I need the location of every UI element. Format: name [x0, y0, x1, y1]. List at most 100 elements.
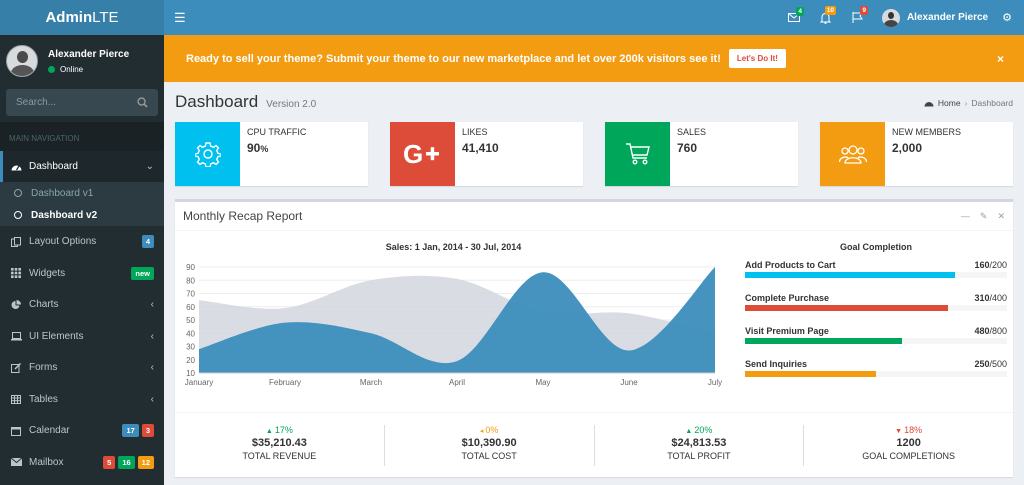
info-box-text: LIKES 41,410: [455, 122, 506, 186]
progress-fill: [745, 371, 876, 377]
search-icon[interactable]: [137, 97, 148, 108]
info-box-text: NEW MEMBERS 2,000: [885, 122, 968, 186]
info-box-sales: SALES 760: [605, 122, 798, 186]
goal-row: Complete Purchase 310/400: [745, 293, 1007, 303]
progress-bar: [745, 305, 1007, 311]
stat-label: GOAL COMPLETIONS: [862, 451, 955, 461]
chevron-left-icon: ‹: [150, 393, 154, 405]
stat-amount: $35,210.43: [251, 437, 307, 449]
avatar: [6, 45, 38, 77]
x-tick-label: April: [449, 378, 465, 387]
logo-light: LTE: [92, 9, 119, 26]
x-tick-label: March: [360, 378, 382, 387]
user-status[interactable]: Online: [48, 65, 129, 74]
goal-progress: Send Inquiries 250/500: [745, 359, 1007, 377]
count-badge: 16: [118, 455, 135, 469]
stat-block: ▲ 20% $24,813.53 TOTAL PROFIT: [595, 425, 805, 466]
info-box-value: 2,000: [892, 141, 961, 155]
sales-area-chart: 10 20 30 40 50 60 70 80 90 January February March Ap…: [185, 263, 722, 387]
lets-do-it-button[interactable]: Let's Do It!: [728, 49, 786, 68]
monthly-recap-report: Monthly Recap Report — ✎ ✕ Sales: 1 Jan,…: [175, 199, 1013, 477]
gears-icon[interactable]: ⚙: [1002, 11, 1012, 24]
tasks-button[interactable]: 9: [842, 6, 874, 23]
goal-total: /400: [989, 293, 1007, 303]
sidebar-subitem-dashboard-v1[interactable]: Dashboard v1: [0, 182, 164, 204]
menu-list: Layout Options 4 Widgets new Charts ‹ UI Eleme…: [0, 226, 164, 478]
goal-value: 250/500: [974, 359, 1007, 369]
stat-pct-value: 18%: [904, 425, 923, 435]
logo[interactable]: Admin LTE: [0, 0, 164, 35]
close-icon[interactable]: ×: [997, 52, 1004, 66]
close-icon[interactable]: ✕: [997, 211, 1005, 222]
goal-row: Add Products to Cart 160/200: [745, 260, 1007, 270]
sidebar-item-forms[interactable]: Forms ‹: [0, 352, 164, 384]
stat-percentage: ◂ 0%: [385, 425, 594, 435]
hamburger-menu-icon[interactable]: ☰: [174, 10, 186, 26]
sidebar-item-mailbox[interactable]: Mailbox 5 16 12: [0, 447, 164, 479]
search-placeholder: Search...: [16, 97, 57, 108]
breadcrumb-home[interactable]: Home: [938, 98, 961, 108]
sidebar-subitem-dashboard-v2[interactable]: Dashboard v2: [0, 204, 164, 226]
notifications-button[interactable]: 10: [810, 5, 842, 24]
stat-percentage: ▲ 20%: [595, 425, 804, 435]
sidebar-item-ui-elements[interactable]: UI Elements ‹: [0, 321, 164, 353]
search-input[interactable]: Search...: [6, 89, 158, 116]
user-menu[interactable]: Alexander Pierce: [881, 8, 988, 27]
wrench-icon[interactable]: ✎: [980, 211, 988, 222]
info-box-number: 90: [247, 141, 261, 155]
table-icon: [10, 394, 22, 404]
sidebar-item-layout-options[interactable]: Layout Options 4: [0, 226, 164, 258]
goal-value: 310/400: [974, 293, 1007, 303]
sidebar-item-label: Dashboard: [29, 161, 78, 172]
count-badge: new: [131, 266, 154, 280]
sidebar-item-widgets[interactable]: Widgets new: [0, 258, 164, 290]
progress-bar: [745, 371, 1007, 377]
sidebar-item-label: UI Elements: [29, 330, 84, 342]
sidebar-item-calendar[interactable]: Calendar 17 3: [0, 415, 164, 447]
goal-row: Visit Premium Page 480/800: [745, 326, 1007, 336]
subitem-label: Dashboard v1: [31, 187, 94, 199]
goal-progress: Complete Purchase 310/400: [745, 293, 1007, 311]
goal-label: Add Products to Cart: [745, 260, 836, 270]
info-box-text: CPU TRAFFIC 90%: [240, 122, 313, 186]
stat-label: TOTAL REVENUE: [242, 451, 317, 461]
circle-icon: [14, 211, 22, 219]
nav-header: MAIN NAVIGATION: [0, 122, 164, 151]
count-badge: 5: [103, 455, 116, 469]
y-tick-label: 60: [186, 303, 195, 312]
user-name: Alexander Pierce: [48, 48, 130, 60]
box-tools: — ✎ ✕: [961, 211, 1005, 222]
messages-button[interactable]: 4: [778, 7, 810, 22]
goal-total: /500: [989, 359, 1007, 369]
goal-current: 480: [974, 326, 990, 336]
gear-icon: [175, 122, 240, 186]
sidebar-item-dashboard[interactable]: Dashboard ⌄: [0, 151, 164, 182]
chevron-left-icon: ‹: [150, 330, 154, 342]
breadcrumb-current: Dashboard: [971, 98, 1013, 108]
box-header: Monthly Recap Report — ✎ ✕: [175, 202, 1013, 231]
x-tick-label: July: [708, 378, 722, 387]
progress-fill: [745, 305, 949, 311]
edit-icon: [10, 362, 22, 373]
dashboard-icon: [10, 162, 22, 172]
stat-pct-value: 17%: [274, 425, 293, 435]
info-box-cpu-traffic: CPU TRAFFIC 90%: [175, 122, 368, 186]
envelope-icon: [10, 457, 22, 467]
goal-current: 310: [974, 293, 990, 303]
sidebar: Admin LTE Alexander Pierce Online Search.…: [0, 0, 164, 485]
stat-label: TOTAL PROFIT: [667, 451, 731, 461]
info-box-likes: G LIKES 41,410: [390, 122, 583, 186]
info-box-number: 41,410: [462, 141, 499, 155]
minus-icon[interactable]: —: [961, 211, 970, 222]
caret-up-icon: ▲: [685, 428, 693, 435]
sidebar-item-tables[interactable]: Tables ‹: [0, 384, 164, 416]
info-boxes: CPU TRAFFIC 90% G LIKES 41,410 SALES 760 NEW ME…: [175, 122, 1013, 186]
box-title: Monthly Recap Report: [183, 209, 303, 223]
goal-label: Send Inquiries: [745, 359, 808, 369]
sidebar-item-charts[interactable]: Charts ‹: [0, 289, 164, 321]
goal-label: Complete Purchase: [745, 293, 830, 303]
logo-bold: Admin: [45, 9, 93, 26]
th-icon: [10, 268, 22, 279]
laptop-icon: [10, 331, 22, 341]
goal-progress: Visit Premium Page 480/800: [745, 326, 1007, 344]
